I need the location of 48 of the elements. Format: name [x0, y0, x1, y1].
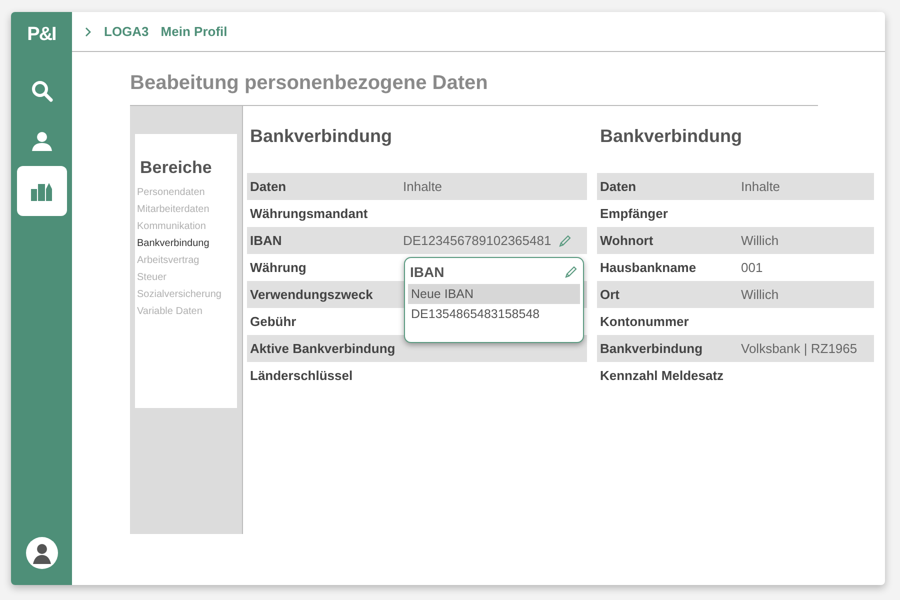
pencil-icon[interactable]	[564, 265, 578, 279]
column-header: Inhalte	[741, 179, 780, 194]
field-label: Kennzahl Meldesatz	[600, 368, 725, 383]
field-value: Willich	[741, 233, 779, 248]
field-label: IBAN	[250, 233, 283, 248]
section-heading: Bankverbindung	[250, 126, 394, 148]
breadcrumb-link[interactable]: LOGA3	[104, 24, 149, 39]
chevron-icon	[84, 26, 92, 36]
field-label: Währung	[250, 260, 308, 275]
user-icon	[30, 130, 52, 152]
field-label: Kontonummer	[600, 314, 690, 329]
field-label: Hausbankname	[600, 260, 698, 275]
area-link[interactable]: Personendaten	[137, 184, 235, 201]
field-value: Volksbank | RZ1965	[741, 341, 858, 356]
iban-option[interactable]: Neue IBAN	[408, 284, 580, 304]
field-label: Verwendungszweck	[250, 287, 374, 302]
field-label: Aktive Bankverbindung	[250, 341, 396, 356]
section-heading: Bankverbindung	[600, 126, 744, 148]
logo: P&I	[27, 24, 56, 46]
area-link[interactable]: Arbeitsvertrag	[137, 252, 235, 269]
organization-button[interactable]	[16, 166, 66, 216]
field-label: Bankverbindung	[600, 341, 704, 356]
buildings-icon	[30, 181, 52, 201]
avatar[interactable]	[26, 537, 58, 569]
area-link[interactable]: Mitarbeiterdaten	[137, 201, 235, 218]
field-label: Gebühr	[250, 314, 298, 329]
field-value: 001	[741, 260, 763, 275]
areas-heading: Bereiche	[140, 158, 213, 178]
area-link[interactable]: Variable Daten	[137, 303, 235, 320]
breadcrumb-link[interactable]: Mein Profil	[160, 24, 228, 39]
search-icon	[30, 80, 52, 102]
area-link[interactable]: Steuer	[137, 269, 235, 286]
popup-title: IBAN	[410, 264, 444, 280]
iban-option[interactable]: DE1354865483158548	[408, 304, 580, 324]
field-label: Länderschlüssel	[250, 368, 354, 383]
column-header: Daten	[250, 179, 288, 194]
column-header: Daten	[600, 179, 638, 194]
area-link[interactable]: Bankverbindung	[137, 235, 235, 252]
pencil-icon[interactable]	[558, 234, 572, 248]
column-header: Inhalte	[403, 179, 442, 194]
field-value: DE123456789102365481	[403, 233, 552, 248]
field-label: Währungsmandant	[250, 206, 369, 221]
area-link[interactable]: Kommunikation	[137, 218, 235, 235]
area-link[interactable]: Sozialversicherung	[137, 286, 235, 303]
field-label: Empfänger	[600, 206, 669, 221]
field-label: Ort	[600, 287, 620, 302]
field-label: Wohnort	[600, 233, 654, 248]
field-value: Willich	[741, 287, 779, 302]
